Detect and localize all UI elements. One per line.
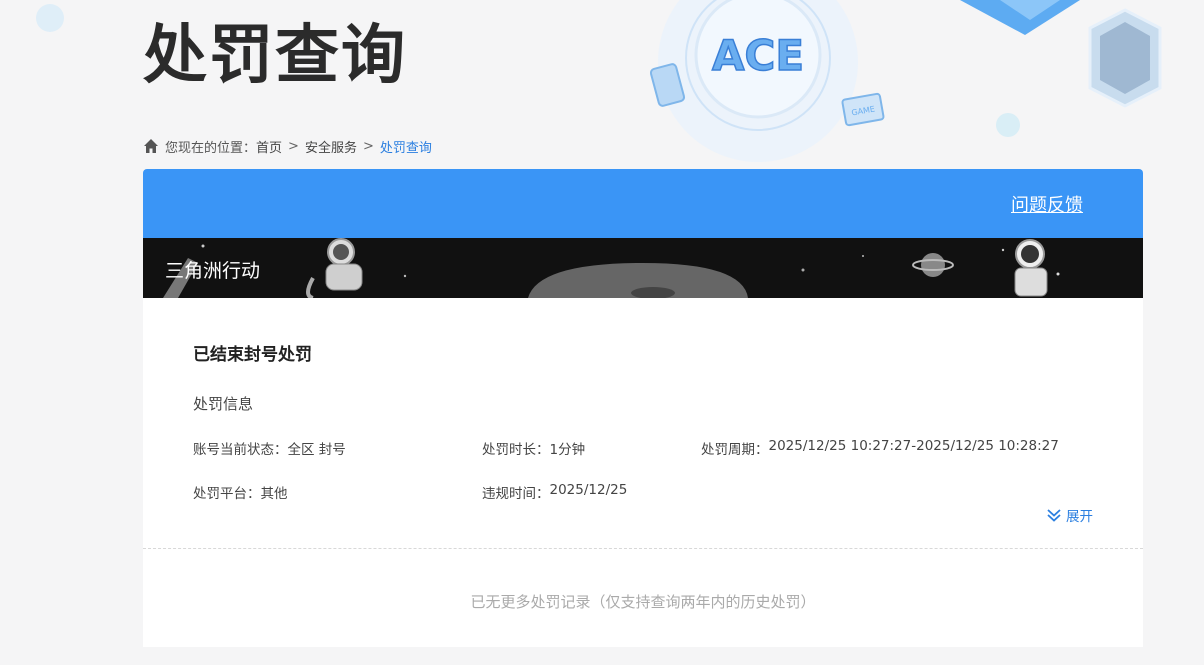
- info-row: 处罚平台： 其他 违规时间： 2025/12/25: [193, 482, 1093, 502]
- penalty-duration: 处罚时长： 1分钟: [482, 438, 701, 458]
- penalty-panel: 问题反馈 三角洲行动 已结束封号处罚 处罚信息 账号当前状态： 全区 封号 处罚…: [143, 169, 1143, 647]
- breadcrumb-security-link[interactable]: 安全服务: [305, 137, 357, 156]
- breadcrumb-prefix: 您现在的位置：: [165, 140, 257, 156]
- svg-text:GAME: GAME: [851, 104, 876, 117]
- home-icon: [144, 139, 158, 153]
- field-label: 账号当前状态：: [193, 442, 288, 458]
- expand-button[interactable]: 展开: [1046, 505, 1093, 525]
- field-value: 其他: [260, 486, 288, 502]
- field-value: 2025/12/25: [549, 482, 628, 498]
- breadcrumb-current: 处罚查询: [379, 140, 432, 156]
- info-row: 账号当前状态： 全区 封号 处罚时长： 1分钟 处罚周期： 2025/12/25…: [193, 438, 1093, 458]
- account-status: 账号当前状态： 全区 封号: [193, 438, 482, 458]
- record-title: 已结束封号处罚: [193, 345, 312, 365]
- breadcrumb: 您现在的位置： 首页 > 安全服务 > 处罚查询: [143, 136, 432, 156]
- field-label: 处罚周期：: [701, 442, 769, 458]
- banner-artwork: [163, 238, 1060, 298]
- penalty-record: 已结束封号处罚 处罚信息 账号当前状态： 全区 封号 处罚时长： 1分钟 处罚周…: [143, 298, 1143, 548]
- breadcrumb-home-link[interactable]: 首页: [256, 137, 282, 156]
- astronaut-right-icon: [1014, 239, 1048, 297]
- field-value: 2025/12/25 10:27:27-2025/12/25 10:28:27: [768, 438, 1059, 454]
- page-title: 处罚查询: [143, 19, 407, 93]
- game-name: 三角洲行动: [165, 260, 261, 282]
- feedback-link[interactable]: 问题反馈: [1011, 191, 1083, 217]
- astronaut-left-icon: [306, 238, 363, 298]
- breadcrumb-separator: >: [362, 138, 374, 154]
- planet-icon: [912, 253, 954, 277]
- svg-text:ACE: ACE: [712, 31, 804, 80]
- violation-time: 违规时间： 2025/12/25: [482, 482, 701, 502]
- panel-header: 问题反馈: [143, 169, 1143, 238]
- field-value: 1分钟: [549, 442, 586, 458]
- field-label: 违规时间：: [482, 486, 550, 502]
- penalty-platform: 处罚平台： 其他: [193, 482, 482, 502]
- field-value: 全区 封号: [287, 442, 346, 458]
- penalty-info-label: 处罚信息: [193, 395, 254, 413]
- penalty-period: 处罚周期： 2025/12/25 10:27:27-2025/12/25 10:…: [701, 438, 1059, 458]
- no-more-records-text: 已无更多处罚记录（仅支持查询两年内的历史处罚）: [470, 593, 816, 611]
- field-label: 处罚时长：: [482, 442, 550, 458]
- game-banner: 三角洲行动: [143, 238, 1143, 298]
- ace-logo: ACE: [711, 30, 805, 81]
- double-chevron-down-icon: [1047, 509, 1061, 522]
- expand-label: 展开: [1066, 509, 1093, 525]
- breadcrumb-separator: >: [288, 138, 299, 154]
- field-label: 处罚平台：: [193, 486, 261, 502]
